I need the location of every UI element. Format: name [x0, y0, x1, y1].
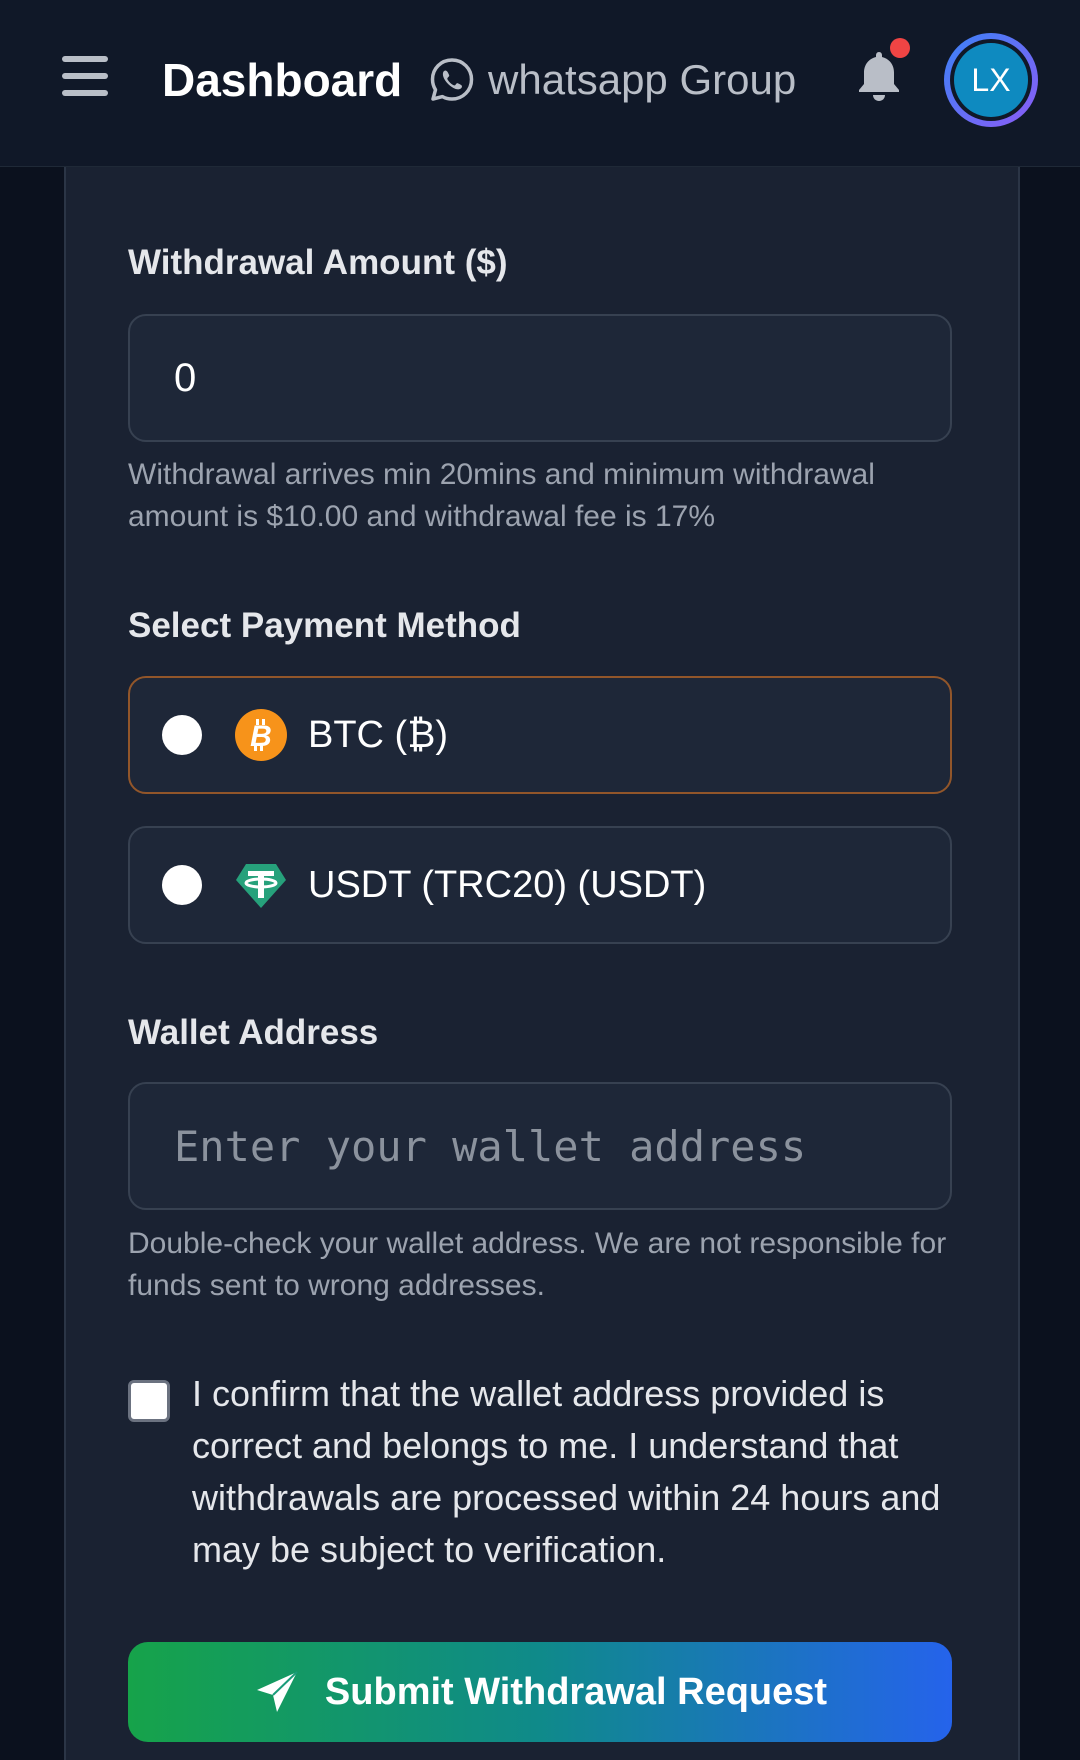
bitcoin-icon: B	[235, 709, 287, 761]
wallet-address-help: Double-check your wallet address. We are…	[128, 1227, 947, 1302]
usdt-option-label: USDT (TRC20) (USDT)	[308, 863, 707, 906]
payment-method-label: Select Payment Method	[128, 606, 521, 645]
whatsapp-group-label: whatsapp Group	[488, 56, 797, 103]
avatar-initials: LX	[954, 43, 1028, 117]
wallet-address-placeholder: Enter your wallet address	[174, 1121, 807, 1171]
tether-icon	[236, 864, 286, 908]
withdrawal-amount-label: Withdrawal Amount ($)	[128, 243, 508, 282]
wallet-address-input[interactable]: Enter your wallet address	[128, 1082, 952, 1210]
confirm-checkbox[interactable]	[128, 1380, 170, 1422]
avatar[interactable]: LX	[944, 33, 1038, 127]
payment-option-usdt[interactable]: USDT (TRC20) (USDT)	[128, 826, 952, 944]
withdrawal-amount-help: Withdrawal arrives min 20mins and minimu…	[128, 458, 875, 533]
submit-withdrawal-label: Submit Withdrawal Request	[324, 1670, 828, 1713]
withdrawal-amount-value: 0	[174, 355, 197, 400]
withdrawal-amount-input[interactable]: 0	[128, 314, 952, 442]
usdt-radio[interactable]	[162, 865, 202, 905]
submit-withdrawal-button[interactable]: Submit Withdrawal Request	[128, 1642, 952, 1742]
hamburger-menu-icon[interactable]	[62, 56, 110, 96]
top-bar: Dashboard whatsapp Group LX	[0, 0, 1080, 167]
send-icon	[256, 1671, 298, 1712]
payment-option-btc[interactable]: B BTC (₿)	[128, 676, 952, 794]
btc-radio[interactable]	[162, 715, 202, 755]
btc-option-label: BTC (₿)	[308, 713, 448, 756]
confirm-text: I confirm that the wallet address provid…	[192, 1373, 941, 1570]
whatsapp-group-link[interactable]: whatsapp Group	[428, 46, 796, 114]
whatsapp-icon	[430, 58, 474, 101]
notification-dot	[890, 38, 910, 58]
wallet-address-label: Wallet Address	[128, 1013, 379, 1052]
page-title: Dashboard	[162, 54, 403, 106]
